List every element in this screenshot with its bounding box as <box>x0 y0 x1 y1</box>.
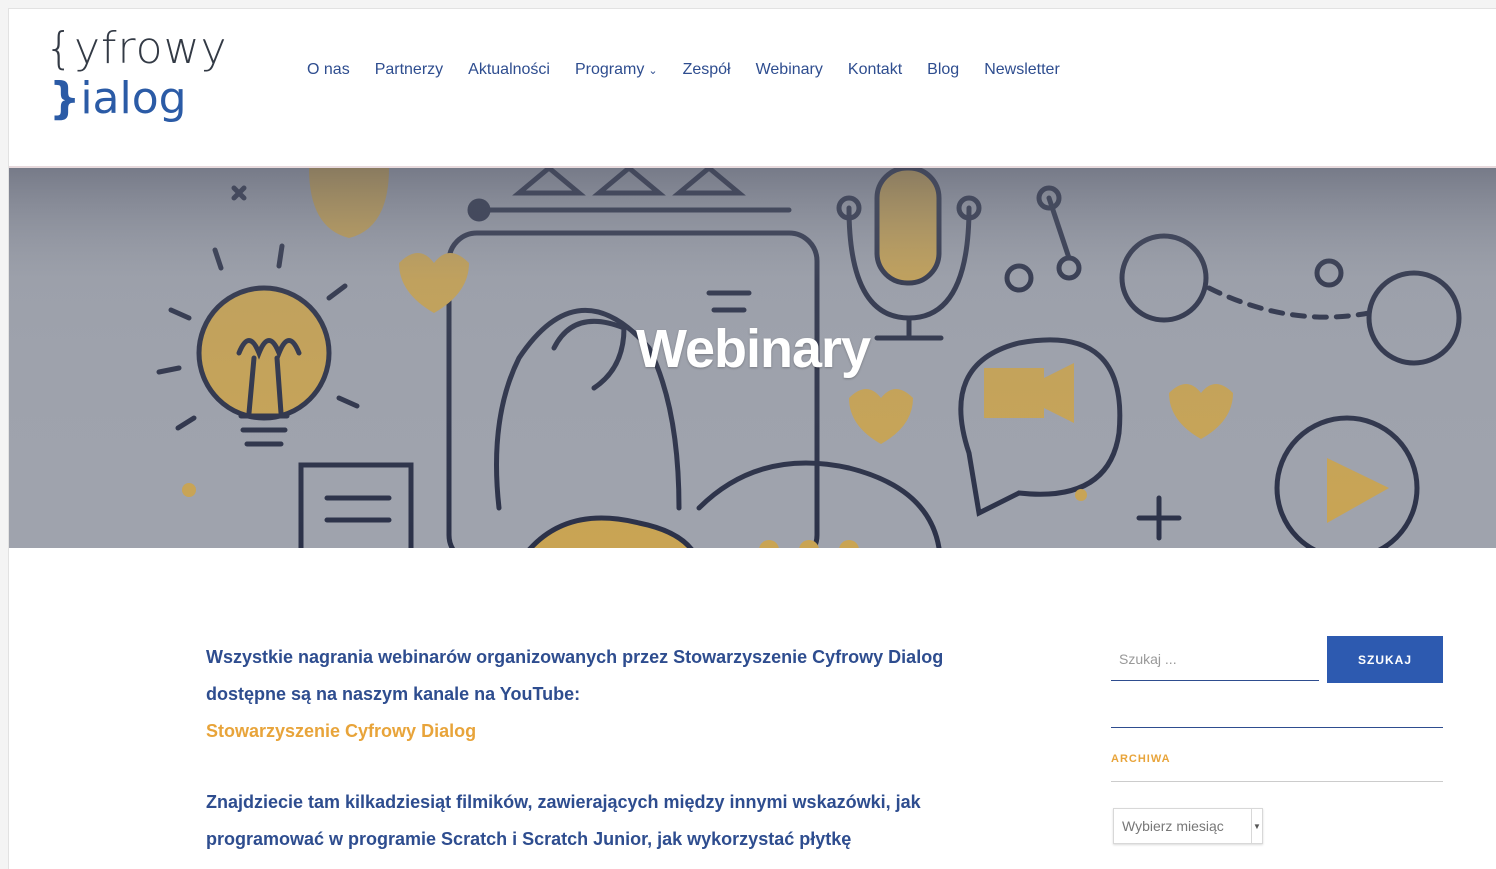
site-header: {yfrowy }ialog O nas Partnerzy Aktualnoś… <box>9 9 1496 168</box>
nav-item-o-nas[interactable]: O nas <box>307 61 350 79</box>
nav-item-programy[interactable]: Programy ⌄ <box>575 61 658 79</box>
sidebar-divider <box>1111 727 1443 728</box>
dropdown-arrow-icon: ▼ <box>1251 809 1262 843</box>
nav-item-aktualnosci[interactable]: Aktualności <box>468 61 550 79</box>
logo-line-2: }ialog <box>49 73 187 124</box>
site-logo[interactable]: {yfrowy }ialog <box>45 23 245 133</box>
archive-select-value: Wybierz miesiąc <box>1122 818 1224 834</box>
nav-item-zespol[interactable]: Zespół <box>683 61 731 79</box>
archive-month-select[interactable]: Wybierz miesiąc ▼ <box>1113 808 1263 844</box>
intro-line-1: Wszystkie nagrania webinarów organizowan… <box>206 647 944 667</box>
logo-line-1: {yfrowy <box>45 23 228 74</box>
hero-title: Webinary <box>635 319 871 379</box>
details-paragraph: Znajdziecie tam kilkadziesiąt filmików, … <box>206 784 1006 858</box>
search-input[interactable] <box>1111 637 1319 681</box>
archive-heading: ARCHIWA <box>1111 753 1171 765</box>
page-frame: {yfrowy }ialog O nas Partnerzy Aktualnoś… <box>8 8 1496 869</box>
nav-item-blog[interactable]: Blog <box>927 61 959 79</box>
nav-item-webinary[interactable]: Webinary <box>756 61 823 79</box>
details-line-2: programować w programie Scratch i Scratc… <box>206 829 852 849</box>
search-button[interactable]: SZUKAJ <box>1327 636 1443 683</box>
nav-item-kontakt[interactable]: Kontakt <box>848 61 902 79</box>
main-nav: O nas Partnerzy Aktualności Programy ⌄ Ze… <box>307 61 1060 79</box>
youtube-channel-link[interactable]: Stowarzyszenie Cyfrowy Dialog <box>206 721 476 741</box>
archive-divider <box>1111 781 1443 782</box>
nav-item-partnerzy[interactable]: Partnerzy <box>375 61 443 79</box>
intro-line-2: dostępne są na naszym kanale na YouTube: <box>206 684 581 704</box>
intro-paragraph: Wszystkie nagrania webinarów organizowan… <box>206 639 1006 750</box>
hero-banner: Webinary <box>9 168 1496 548</box>
nav-item-newsletter[interactable]: Newsletter <box>984 61 1060 79</box>
chevron-down-icon: ⌄ <box>648 64 658 77</box>
details-line-1: Znajdziecie tam kilkadziesiąt filmików, … <box>206 792 921 812</box>
main-content: Wszystkie nagrania webinarów organizowan… <box>206 639 1006 858</box>
